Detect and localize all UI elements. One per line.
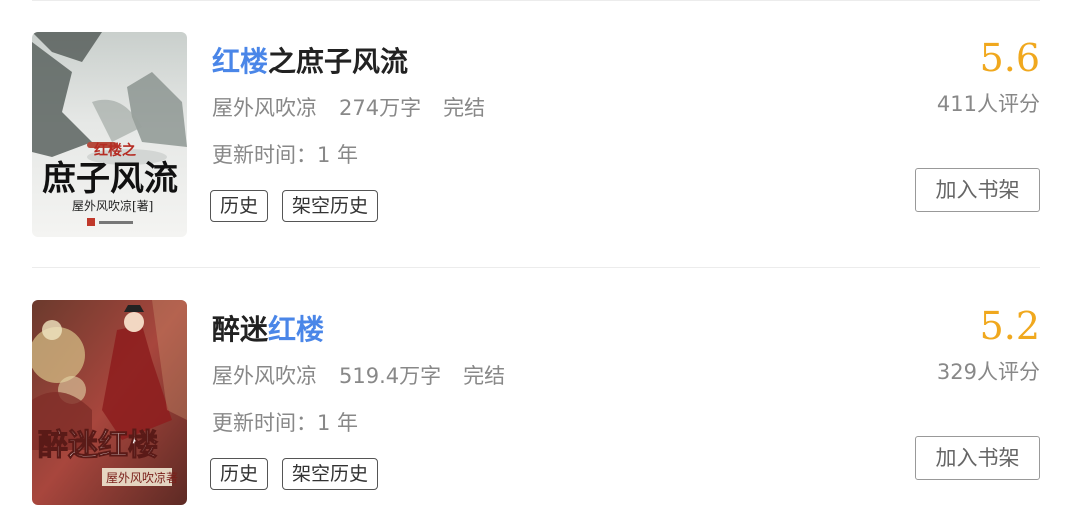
top-divider xyxy=(32,0,1040,1)
book-item[interactable]: 醉迷红楼 屋外风吹凉著 醉迷红楼 屋外风吹凉 519.4万字 完结 更新时间：1 年… xyxy=(0,300,1080,510)
add-to-shelf-button[interactable]: 加入书架 xyxy=(915,168,1040,212)
book-title[interactable]: 红楼之庶子风流 xyxy=(212,42,408,82)
tag-list: 历史 架空历史 xyxy=(210,458,392,490)
update-time: 更新时间：1 年 xyxy=(212,143,359,167)
status-label: 完结 xyxy=(463,364,506,388)
tag[interactable]: 历史 xyxy=(210,458,269,490)
word-count: 274万字 xyxy=(339,96,422,120)
word-count: 519.4万字 xyxy=(339,364,442,388)
svg-text:醉迷红楼: 醉迷红楼 xyxy=(38,428,158,463)
title-highlight: 红楼 xyxy=(212,45,269,78)
book-cover[interactable]: 红楼之 庶子风流 屋外风吹凉[著] xyxy=(32,32,187,237)
tag[interactable]: 历史 xyxy=(210,190,269,222)
svg-text:屋外风吹凉著: 屋外风吹凉著 xyxy=(106,470,178,485)
item-divider xyxy=(32,267,1040,268)
title-prefix: 醉迷 xyxy=(212,313,269,346)
author-name[interactable]: 屋外风吹凉 xyxy=(212,96,317,120)
svg-text:庶子风流: 庶子风流 xyxy=(42,159,178,199)
author-name[interactable]: 屋外风吹凉 xyxy=(212,364,317,388)
book-item[interactable]: 红楼之 庶子风流 屋外风吹凉[著] 红楼之庶子风流 屋外风吹凉 274万字 完结 更… xyxy=(0,32,1080,242)
svg-text:屋外风吹凉[著]: 屋外风吹凉[著] xyxy=(72,198,153,213)
score: 5.6 xyxy=(979,36,1040,80)
book-meta: 屋外风吹凉 519.4万字 完结 xyxy=(212,360,527,392)
book-cover[interactable]: 醉迷红楼 屋外风吹凉著 xyxy=(32,300,187,505)
rating-count: 329人评分 xyxy=(936,360,1040,384)
score: 5.2 xyxy=(979,304,1040,348)
title-rest: 之庶子风流 xyxy=(268,45,409,78)
tag[interactable]: 架空历史 xyxy=(282,190,379,222)
status-label: 完结 xyxy=(443,96,486,120)
book-meta: 屋外风吹凉 274万字 完结 xyxy=(212,92,507,124)
update-time: 更新时间：1 年 xyxy=(212,411,359,435)
book-title[interactable]: 醉迷红楼 xyxy=(212,310,324,350)
tag-list: 历史 架空历史 xyxy=(210,190,392,222)
add-to-shelf-button[interactable]: 加入书架 xyxy=(915,436,1040,480)
rating-count: 411人评分 xyxy=(936,92,1040,116)
svg-text:红楼之: 红楼之 xyxy=(94,142,136,159)
tag[interactable]: 架空历史 xyxy=(282,458,379,490)
title-highlight: 红楼 xyxy=(268,313,325,346)
